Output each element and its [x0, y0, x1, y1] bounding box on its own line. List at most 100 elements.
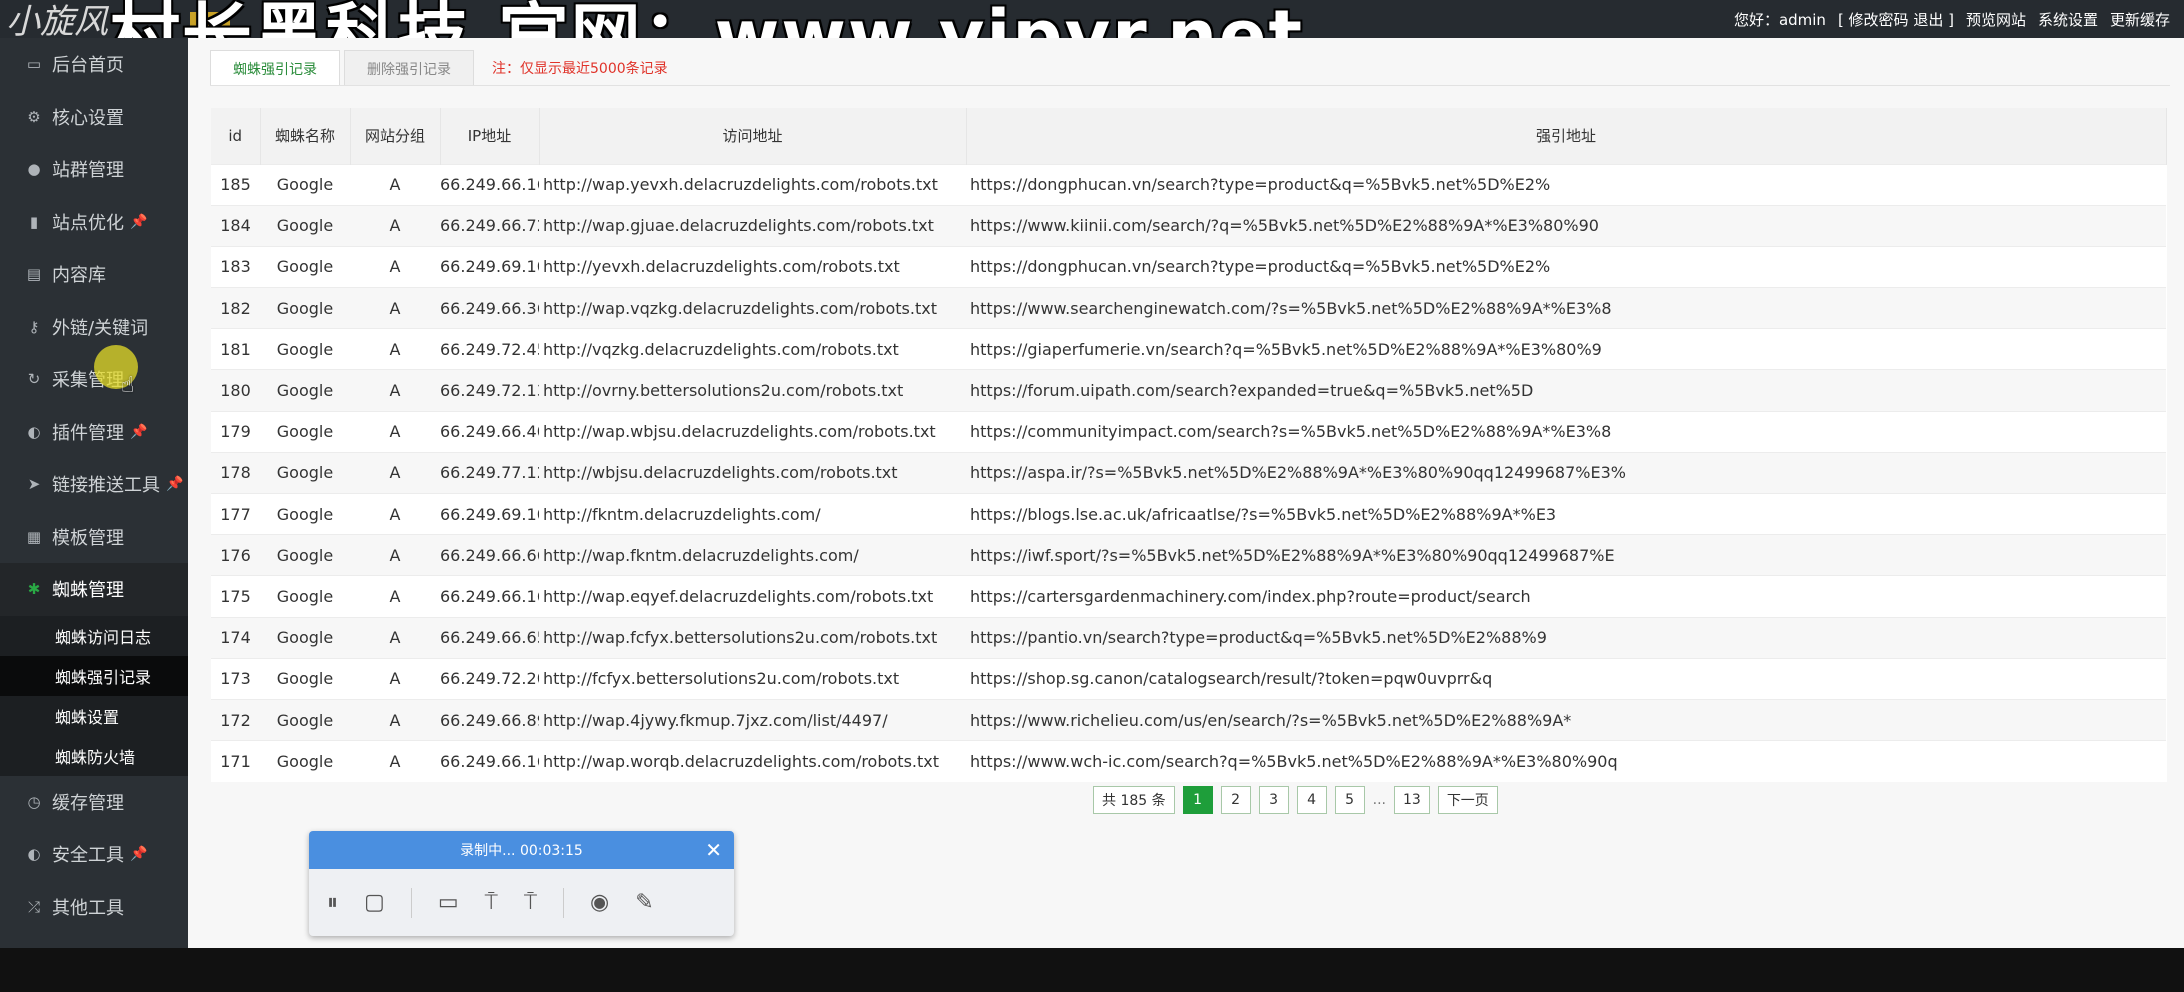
book-icon: ▤: [26, 265, 42, 284]
table-row: 173GoogleA66.249.72.203http://fcfyx.bett…: [211, 657, 2166, 700]
table-cell: https://pantio.vn/search?type=product&q=…: [966, 616, 2166, 659]
monitor-icon: ▭: [26, 55, 42, 74]
system-settings-link[interactable]: 系统设置: [2038, 9, 2098, 30]
sidebar-subitem[interactable]: 蜘蛛访问日志: [0, 615, 188, 656]
table-body: 185GoogleA66.249.66.168http://wap.yevxh.…: [211, 163, 2166, 782]
table-cell: 66.249.66.72: [440, 204, 539, 247]
pin-icon: 📌: [166, 476, 184, 493]
close-icon[interactable]: ✕: [705, 838, 722, 862]
table-cell: Google: [260, 575, 350, 618]
table-cell: 66.249.66.168: [440, 163, 539, 206]
table-row: 177GoogleA66.249.69.101http://fkntm.dela…: [211, 492, 2166, 535]
stop-icon[interactable]: ▢: [364, 890, 385, 915]
sidebar-item-label: 其他工具: [52, 897, 124, 919]
table-cell: 177: [211, 492, 260, 535]
key-icon: ⚷: [28, 317, 40, 336]
table-cell: A: [350, 204, 440, 247]
sidebar-item[interactable]: ◷ 缓存管理: [0, 776, 188, 829]
sidebar-item[interactable]: ⚷ 外链/关键词: [0, 301, 188, 354]
sidebar-item[interactable]: ⤮ 其他工具: [0, 881, 188, 934]
recorder-status: 录制中... 00:03:15: [460, 843, 583, 859]
table-cell: A: [350, 534, 440, 576]
table-cell: http://wap.wbjsu.delacruzdelights.com/ro…: [539, 410, 966, 453]
table-cell: http://wap.4jywy.fkmup.7jxz.com/list/449…: [539, 698, 966, 741]
sidebar-item[interactable]: ◐ 插件管理 📌: [0, 406, 188, 459]
table-cell: https://www.wch-ic.com/search?q=%5Bvk5.n…: [966, 740, 2166, 782]
table-cell: https://www.kiinii.com/search/?q=%5Bvk5.…: [966, 204, 2166, 247]
pen-icon[interactable]: ✎: [635, 890, 653, 915]
account-links[interactable]: [ 修改密码 退出 ]: [1838, 9, 1954, 30]
table-cell: https://giaperfumerie.vn/search?q=%5Bvk5…: [966, 328, 2166, 370]
pause-icon[interactable]: ⏸: [327, 890, 338, 915]
table-cell: A: [350, 575, 440, 618]
last-page-button[interactable]: 13: [1393, 786, 1430, 814]
screen-recorder-widget: 录制中... 00:03:15 ✕ ⏸ ▢ ▭ ⍑ ⍑ ◉ ✎: [309, 831, 734, 936]
sidebar-item[interactable]: ➤ 链接推送工具 📌: [0, 458, 188, 511]
sidebar-item-label: 缓存管理: [52, 792, 124, 814]
sidebar-item-label: 内容库: [52, 265, 106, 287]
table-row: 171GoogleA66.249.66.161http://wap.worqb.…: [211, 740, 2166, 782]
table-cell: 184: [211, 204, 260, 247]
sidebar-subitem[interactable]: 蜘蛛设置: [0, 695, 188, 736]
sidebar-item[interactable]: ⚙ 核心设置: [0, 91, 188, 144]
refresh-icon: ↻: [27, 370, 41, 389]
table-cell: 66.249.69.103: [440, 245, 539, 288]
mic-icon[interactable]: ⍑: [485, 890, 498, 915]
table-cell: A: [350, 451, 440, 494]
toolbar-divider: [563, 887, 565, 918]
send-icon: ➤: [27, 475, 41, 494]
next-page-button[interactable]: 下一页: [1437, 786, 1498, 814]
sidebar-item[interactable]: ◐ 安全工具 📌: [0, 828, 188, 881]
page-button[interactable]: 1: [1182, 786, 1213, 814]
region-icon[interactable]: ▭: [438, 890, 459, 915]
preview-site-link[interactable]: 预览网站: [1966, 9, 2026, 30]
sidebar-item-label: 模板管理: [52, 527, 124, 549]
table-cell: Google: [260, 328, 350, 370]
mouse-cursor-icon: ☝: [121, 373, 135, 398]
table-row: 183GoogleA66.249.69.103http://yevxh.dela…: [211, 245, 2166, 288]
pin-icon: 📌: [130, 213, 148, 230]
update-cache-link[interactable]: 更新缓存: [2110, 9, 2170, 30]
sidebar-item[interactable]: ✱ 蜘蛛管理: [0, 563, 188, 616]
table-cell: A: [350, 163, 440, 206]
table-cell: 66.249.66.89: [440, 698, 539, 741]
sidebar-item[interactable]: ▮ 站点优化 📌: [0, 196, 188, 249]
table-cell: Google: [260, 287, 350, 329]
grid-icon: ▦: [26, 527, 42, 546]
page-button[interactable]: 4: [1296, 786, 1327, 814]
column-header: 强引地址: [966, 108, 2167, 164]
sidebar-item[interactable]: ● 站群管理: [0, 143, 188, 196]
sidebar-item-label: 蜘蛛管理: [52, 580, 124, 602]
sidebar-item-label: 站群管理: [52, 160, 124, 182]
table-cell: Google: [260, 698, 350, 741]
sidebar-item[interactable]: ▭ 后台首页: [0, 38, 188, 91]
sidebar-item-label: 核心设置: [52, 107, 124, 129]
tab-spider-redirect-log[interactable]: 蜘蛛强引记录: [210, 50, 340, 86]
table-cell: Google: [260, 204, 350, 247]
speaker-icon[interactable]: ⍑: [524, 890, 537, 915]
shuffle-icon: ⤮: [27, 897, 40, 916]
table-cell: http://yevxh.delacruzdelights.com/robots…: [539, 245, 966, 288]
records-note: 注：仅显示最近5000条记录: [492, 61, 668, 77]
page-button[interactable]: 2: [1220, 786, 1251, 814]
table-row: 184 Google A 66.249.66.72 http://wap.gjuae.d…: [211, 204, 2166, 247]
tab-delete-redirect-log[interactable]: 删除强引记录: [344, 50, 474, 86]
table-cell: 185: [211, 163, 260, 206]
table-cell: 173: [211, 657, 260, 700]
recorder-header: 录制中... 00:03:15 ✕: [309, 831, 734, 869]
page-button[interactable]: 3: [1258, 786, 1289, 814]
table-cell: 179: [211, 410, 260, 453]
table-cell: 171: [211, 740, 260, 782]
table-row: 174 Google A 66.249.66.65 http://wap.fcfyx.b…: [211, 616, 2166, 659]
sidebar-item[interactable]: ▦ 模板管理: [0, 511, 188, 564]
table-cell: 172: [211, 698, 260, 741]
table-cell: 182: [211, 287, 260, 329]
camera-icon[interactable]: ◉: [590, 890, 609, 915]
sidebar-subitem[interactable]: 蜘蛛强引记录: [0, 655, 188, 696]
sidebar-item[interactable]: ▤ 内容库: [0, 248, 188, 301]
table-cell: 66.249.66.169: [440, 575, 539, 618]
pagination: 共 185 条 1 2 3 4 5... 13 下一页: [1093, 786, 1498, 814]
page-button[interactable]: 5: [1334, 786, 1365, 814]
clock-icon: ◷: [27, 792, 41, 811]
sidebar-subitem[interactable]: 蜘蛛防火墙: [0, 735, 188, 776]
